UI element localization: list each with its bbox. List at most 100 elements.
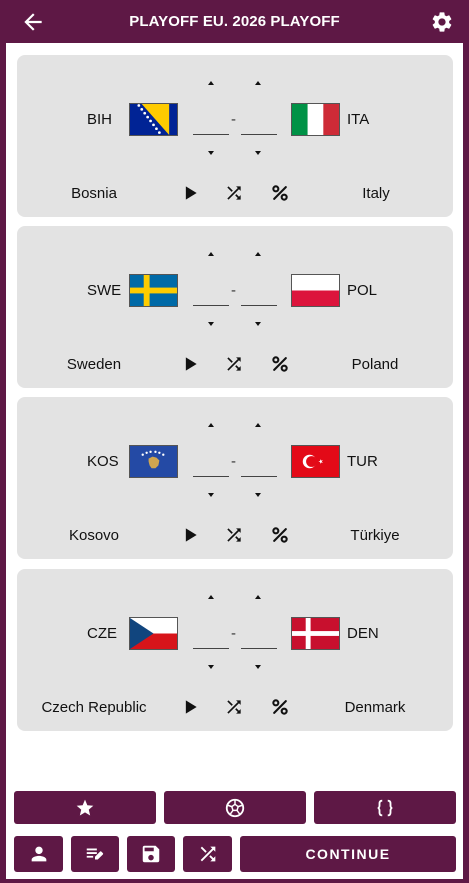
away-score-increment[interactable] [253,593,263,601]
soccer-ball-button[interactable] [164,791,306,824]
caret-down-icon [255,665,261,669]
sweden-flag [129,274,178,307]
percent-icon [272,185,288,201]
away-score-decrement[interactable] [253,320,263,328]
caret-down-icon [208,493,214,497]
italy-flag [291,103,340,136]
away-team-code: TUR [347,453,378,470]
caret-up-icon [255,252,261,256]
away-team-code: POL [347,282,378,299]
home-team-code: KOS [87,453,119,470]
caret-down-icon [255,322,261,326]
away-score-decrement[interactable] [253,149,263,157]
edit-list-icon [86,848,104,860]
away-score-increment[interactable] [253,79,263,87]
away-score-input[interactable] [241,290,277,306]
away-team-code: DEN [347,625,379,642]
gear-icon [432,12,452,32]
shuffle-icon [227,357,241,371]
caret-up-icon [255,423,261,427]
kosovo-flag [129,445,178,478]
probability-button[interactable] [270,697,290,717]
away-score-increment[interactable] [253,250,263,258]
play-match-button[interactable] [180,697,200,717]
shuffle-icon [200,846,215,862]
caret-up-icon [208,81,214,85]
random-score-button[interactable] [224,183,244,203]
away-score-input[interactable] [241,461,277,477]
probability-button[interactable] [270,354,290,374]
probability-button[interactable] [270,183,290,203]
shuffle-icon [227,700,241,714]
home-team-name: Sweden [66,356,122,373]
caret-up-icon [255,81,261,85]
home-score-increment[interactable] [206,421,216,429]
home-score-decrement[interactable] [206,491,216,499]
home-team-code: CZE [87,625,117,642]
home-team-name: Czech Republic [41,699,147,716]
shuffle-all-button[interactable] [183,836,232,872]
probability-button[interactable] [270,525,290,545]
score-separator: - [231,453,236,470]
home-score-decrement[interactable] [206,663,216,671]
away-score-decrement[interactable] [253,491,263,499]
shuffle-icon [227,186,241,200]
caret-down-icon [255,151,261,155]
away-team-code: ITA [347,111,370,128]
edit-list-button[interactable] [71,836,119,872]
caret-down-icon [255,493,261,497]
play-match-button[interactable] [180,183,200,203]
match-card: BIH - ITA Bosnia Italy [17,55,453,217]
play-match-button[interactable] [180,525,200,545]
caret-down-icon [208,322,214,326]
home-score-increment[interactable] [206,79,216,87]
save-button[interactable] [127,836,175,872]
score-separator: - [231,282,236,299]
home-score-input[interactable] [193,461,229,477]
play-icon [185,357,197,371]
right-frame [463,43,469,883]
random-score-button[interactable] [224,525,244,545]
home-score-decrement[interactable] [206,149,216,157]
bottom-frame [0,879,469,883]
away-score-decrement[interactable] [253,663,263,671]
home-team-name: Bosnia [71,185,117,202]
away-score-increment[interactable] [253,421,263,429]
away-score-input[interactable] [241,633,277,649]
home-score-increment[interactable] [206,250,216,258]
caret-down-icon [208,151,214,155]
left-frame [0,43,6,883]
match-card: KOS - TUR Kosovo Türkiye [17,397,453,559]
save-icon [142,845,160,863]
percent-icon [272,699,288,715]
denmark-flag [291,617,340,650]
person-icon [31,846,46,862]
app-bar: PLAYOFF EU. 2026 PLAYOFF [0,0,469,43]
away-team-name: Italy [362,185,390,202]
turkey-flag [291,445,340,478]
random-score-button[interactable] [224,697,244,717]
continue-button[interactable]: CONTINUE [240,836,456,872]
profile-button[interactable] [14,836,63,872]
page-title: PLAYOFF EU. 2026 PLAYOFF [129,13,340,30]
star-icon [76,799,94,815]
play-match-button[interactable] [180,354,200,374]
home-team-name: Kosovo [68,527,120,544]
caret-down-icon [208,665,214,669]
home-score-input[interactable] [193,290,229,306]
settings-button[interactable] [430,10,454,34]
random-score-button[interactable] [224,354,244,374]
away-score-input[interactable] [241,119,277,135]
home-score-decrement[interactable] [206,320,216,328]
away-team-name: Poland [351,356,399,373]
score-separator: - [231,625,236,642]
json-button[interactable] [314,791,456,824]
percent-icon [272,356,288,372]
home-score-increment[interactable] [206,593,216,601]
favorites-button[interactable] [14,791,156,824]
home-score-input[interactable] [193,633,229,649]
match-card: SWE - POL Sweden Poland [17,226,453,388]
home-score-input[interactable] [193,119,229,135]
caret-up-icon [208,252,214,256]
bosnia-flag [129,103,178,136]
